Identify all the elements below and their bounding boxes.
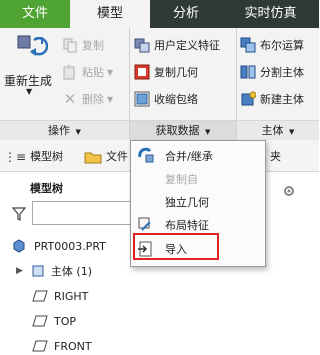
layout-feature-icon [138,217,151,231]
chevron-down-icon: ▼ [289,128,295,136]
menu-item-label: 复制自 [165,173,198,186]
regenerate-icon [14,34,49,67]
menu-item-independent-geometry[interactable]: 独立几何 [131,191,265,213]
paste-icon [63,65,75,80]
copy-icon [63,38,77,53]
new-body-label: 新建主体 [260,93,304,106]
tree-item-label: TOP [54,314,77,328]
regenerate-button[interactable]: 重新生成 ▼ [4,32,58,96]
group-operations-text: 操作 [48,124,71,137]
menu-item-label: 布局特征 [165,219,209,232]
datum-plane-icon [32,340,48,352]
shrinkwrap-button[interactable]: 收缩包络 [134,88,198,110]
delete-button[interactable]: ✕ 删除 ▼ [62,88,113,110]
highlight-box [133,233,219,260]
group-label-body[interactable]: 主体 ▼ [237,120,319,140]
menu-item-copy-from[interactable]: 复制自 [131,168,265,190]
panel-title: 模型树 [30,182,63,195]
group-label-operations[interactable]: 操作 ▼ [0,120,129,140]
tab-model-tree-label: 模型树 [30,150,64,163]
tab-live-simulation[interactable]: 实时仿真 [222,0,319,28]
settings-icon[interactable] [282,184,296,198]
group-label-get-data[interactable]: 获取数据 ▼ [130,120,236,140]
filter-icon[interactable] [12,207,26,221]
copy-geometry-icon [134,64,150,80]
boolean-operations-icon [240,37,256,53]
paste-button[interactable]: 粘贴 ▼ [62,61,113,83]
tab-favorites-label: 夹 [270,150,281,163]
copy-button[interactable]: 复制 [62,34,104,56]
folder-icon [84,152,102,164]
split-body-label: 分割主体 [260,66,304,79]
ribbon: 重新生成 ▼ 复制 粘贴 ▼ ✕ 删除 ▼ 操作 ▼ 用户定义特征 复制几何 收… [0,28,319,140]
split-body-button[interactable]: 分割主体 [240,61,304,83]
tree-item-body[interactable]: ▶ 主体 (1) [16,260,92,282]
datum-plane-icon [32,290,48,302]
delete-icon: ✕ [63,90,77,108]
chevron-down-icon: ▼ [26,87,33,96]
filter-input[interactable] [32,201,132,225]
group-body-text: 主体 [261,124,284,137]
copy-geometry-label: 复制几何 [154,66,198,79]
tab-favorites[interactable]: 夹 [270,146,281,168]
tree-item-label: RIGHT [54,289,89,303]
tree-item-label: 主体 (1) [50,265,92,278]
group-get-data-text: 获取数据 [155,124,200,137]
menu-item-label: 合并/继承 [165,150,213,163]
merge-inherit-icon [138,147,154,163]
chevron-down-icon: ▼ [205,128,211,136]
expand-arrow-icon[interactable]: ▶ [16,266,23,276]
model-tree-icon: ⋮≡ [4,150,27,164]
user-defined-feature-label: 用户定义特征 [154,39,220,52]
paste-label: 粘贴 [82,66,104,79]
user-defined-feature-icon [134,38,150,53]
chevron-down-icon: ▼ [107,67,114,77]
boolean-operations-button[interactable]: 布尔运算 [240,34,304,56]
tree-item-root[interactable]: PRT0003.PRT [12,235,106,257]
tab-files-label: 文件 [106,150,128,163]
tab-model[interactable]: 模型 [70,0,150,28]
shrinkwrap-label: 收缩包络 [154,93,198,106]
get-data-dropdown-menu: 合并/继承 复制自 独立几何 布局特征 导入 [130,140,266,267]
copy-geometry-button[interactable]: 复制几何 [134,61,198,83]
menu-item-label: 独立几何 [165,196,209,209]
tree-item-datum-plane[interactable]: TOP [32,310,76,332]
user-defined-feature-button[interactable]: 用户定义特征 [134,34,220,56]
ribbon-tab-bar: 文件 模型 分析 实时仿真 [0,0,319,28]
tree-item-label: PRT0003.PRT [34,239,106,253]
tab-files[interactable]: 文件 [84,146,128,168]
datum-plane-icon [32,315,48,327]
tab-model-tree[interactable]: ⋮≡ 模型树 [4,146,63,168]
shrinkwrap-icon [134,91,150,107]
independent-geometry-icon [137,193,155,211]
new-body-button[interactable]: 新建主体 [240,88,304,110]
delete-label: 删除 [82,93,104,106]
copy-label: 复制 [82,39,104,52]
tree-item-datum-plane[interactable]: RIGHT [32,285,88,307]
tree-item-datum-plane[interactable]: FRONT [32,335,92,355]
tab-analysis[interactable]: 分析 [150,0,222,28]
split-body-icon [240,65,256,79]
boolean-operations-label: 布尔运算 [260,39,304,52]
copy-from-icon [137,170,155,188]
tree-item-label: FRONT [54,339,92,353]
part-icon [13,239,25,253]
new-body-icon [241,91,256,106]
chevron-down-icon: ▼ [75,128,81,136]
menu-item-merge-inherit[interactable]: 合并/继承 [131,145,265,167]
body-icon [32,265,44,277]
chevron-down-icon: ▼ [107,94,114,104]
tab-file[interactable]: 文件 [0,0,70,28]
